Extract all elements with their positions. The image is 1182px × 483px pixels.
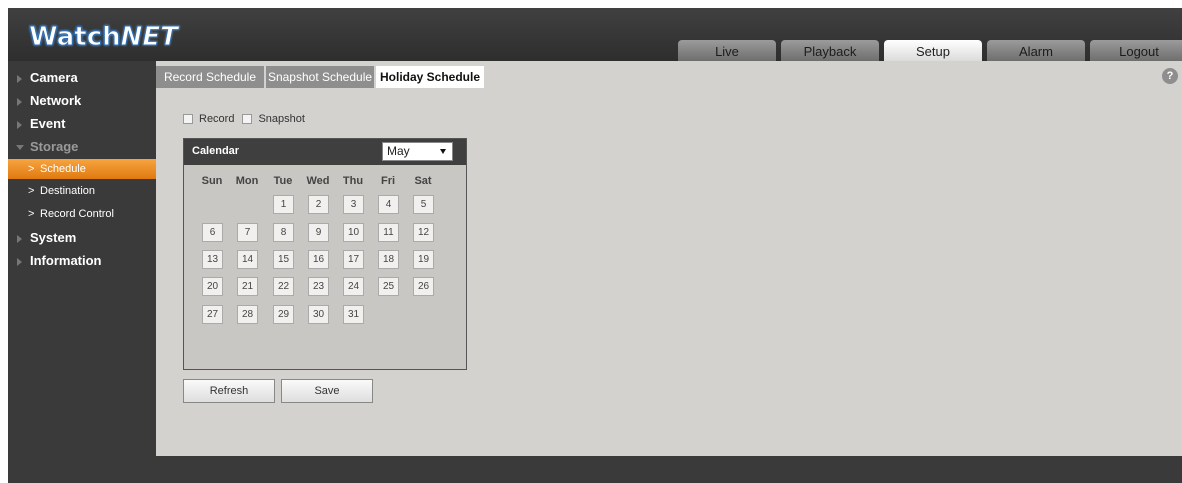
tab-holiday-schedule[interactable]: Holiday Schedule [376, 66, 484, 88]
weekday-header: Sun [201, 175, 223, 187]
calendar-day[interactable]: 17 [343, 250, 364, 269]
calendar-day[interactable]: 1 [273, 195, 294, 214]
expand-arrow-icon [17, 258, 22, 266]
sidebar-item-camera[interactable]: Camera [8, 67, 156, 89]
weekday-header: Tue [273, 175, 293, 187]
sidebar-subitem-label: Record Control [40, 208, 114, 220]
calendar-day[interactable]: 5 [413, 195, 434, 214]
sidebar-item-label: System [30, 230, 77, 245]
holiday-type-options: Record Snapshot [183, 113, 313, 125]
calendar-day[interactable]: 15 [273, 250, 294, 269]
sidebar-subitem-schedule[interactable]: > Schedule [8, 159, 156, 179]
footer-bar [8, 456, 1182, 483]
chevron-right-icon: > [28, 163, 35, 175]
nav-tab-playback[interactable]: Playback [781, 40, 879, 63]
weekday-header: Sat [414, 175, 432, 187]
calendar-day[interactable]: 6 [202, 223, 223, 242]
sidebar-subitem-record-control[interactable]: > Record Control [8, 204, 156, 224]
logo-text-net: NET [120, 22, 178, 53]
sidebar-subitem-destination[interactable]: > Destination [8, 181, 156, 201]
weekday-header: Wed [306, 175, 330, 187]
holiday-calendar: Calendar May Sun Mon Tue Wed Thu Fri Sat 1 2 3 4 5 6… [183, 138, 467, 370]
sidebar-item-label: Storage [30, 139, 79, 154]
calendar-day[interactable]: 20 [202, 277, 223, 296]
calendar-day[interactable]: 28 [237, 305, 258, 324]
nav-tab-logout[interactable]: Logout [1090, 40, 1182, 63]
collapse-arrow-icon [16, 145, 24, 150]
calendar-title: Calendar [192, 145, 240, 157]
calendar-day[interactable]: 2 [308, 195, 329, 214]
calendar-header: Calendar May [184, 139, 466, 165]
header-bar: WatchNET Live Playback Setup Alarm Logou… [8, 8, 1182, 63]
sidebar-item-information[interactable]: Information [8, 250, 156, 272]
calendar-day[interactable]: 11 [378, 223, 399, 242]
month-select[interactable]: May [382, 142, 453, 161]
snapshot-checkbox-label: Snapshot [258, 113, 305, 125]
nav-tab-live[interactable]: Live [678, 40, 776, 63]
tab-record-schedule[interactable]: Record Schedule [156, 66, 264, 88]
expand-arrow-icon [17, 235, 22, 243]
weekday-header: Mon [235, 175, 259, 187]
calendar-day[interactable]: 21 [237, 277, 258, 296]
record-checkbox[interactable] [183, 114, 193, 124]
nav-tab-alarm[interactable]: Alarm [987, 40, 1085, 63]
calendar-day[interactable]: 7 [237, 223, 258, 242]
chevron-right-icon: > [28, 208, 35, 220]
calendar-day[interactable]: 26 [413, 277, 434, 296]
expand-arrow-icon [17, 75, 22, 83]
help-icon[interactable]: ? [1162, 68, 1178, 84]
weekday-header: Thu [342, 175, 364, 187]
sidebar-item-label: Information [30, 253, 102, 268]
calendar-day[interactable]: 19 [413, 250, 434, 269]
calendar-day[interactable]: 13 [202, 250, 223, 269]
calendar-day[interactable]: 18 [378, 250, 399, 269]
content-panel: Record Schedule Snapshot Schedule Holida… [156, 61, 1182, 456]
sidebar-item-label: Network [30, 93, 82, 108]
calendar-day[interactable]: 8 [273, 223, 294, 242]
calendar-day[interactable]: 31 [343, 305, 364, 324]
expand-arrow-icon [17, 98, 22, 106]
tab-snapshot-schedule[interactable]: Snapshot Schedule [266, 66, 374, 88]
month-select-value: May [387, 144, 410, 158]
logo-text-watch: Watch [29, 22, 122, 53]
calendar-day[interactable]: 22 [273, 277, 294, 296]
weekday-header: Fri [380, 175, 396, 187]
calendar-day[interactable]: 27 [202, 305, 223, 324]
calendar-day[interactable]: 29 [273, 305, 294, 324]
dropdown-arrow-icon [440, 149, 446, 154]
chevron-right-icon: > [28, 185, 35, 197]
sidebar-item-network[interactable]: Network [8, 90, 156, 112]
calendar-day[interactable]: 3 [343, 195, 364, 214]
record-checkbox-label: Record [199, 113, 235, 125]
sidebar-item-storage[interactable]: Storage [8, 136, 156, 158]
main-nav: Live Playback Setup Alarm Logout [678, 40, 1182, 63]
calendar-day[interactable]: 23 [308, 277, 329, 296]
sidebar-subitem-label: Destination [40, 185, 96, 197]
calendar-day[interactable]: 25 [378, 277, 399, 296]
sidebar-item-event[interactable]: Event [8, 113, 156, 135]
sidebar-item-system[interactable]: System [8, 227, 156, 249]
calendar-day[interactable]: 30 [308, 305, 329, 324]
sidebar-item-label: Camera [30, 70, 78, 85]
sidebar-subitem-label: Schedule [40, 163, 86, 175]
calendar-day[interactable]: 12 [413, 223, 434, 242]
refresh-button[interactable]: Refresh [183, 379, 275, 403]
calendar-day[interactable]: 4 [378, 195, 399, 214]
sidebar-item-label: Event [30, 116, 66, 131]
brand-logo: WatchNET [29, 22, 179, 53]
calendar-day[interactable]: 14 [237, 250, 258, 269]
sidebar: Camera Network Event Storage > Schedule … [8, 61, 156, 456]
calendar-day[interactable]: 9 [308, 223, 329, 242]
calendar-day[interactable]: 16 [308, 250, 329, 269]
calendar-day[interactable]: 10 [343, 223, 364, 242]
save-button[interactable]: Save [281, 379, 373, 403]
snapshot-checkbox[interactable] [242, 114, 253, 124]
calendar-day[interactable]: 24 [343, 277, 364, 296]
nav-tab-setup[interactable]: Setup [884, 40, 982, 63]
expand-arrow-icon [17, 121, 22, 129]
